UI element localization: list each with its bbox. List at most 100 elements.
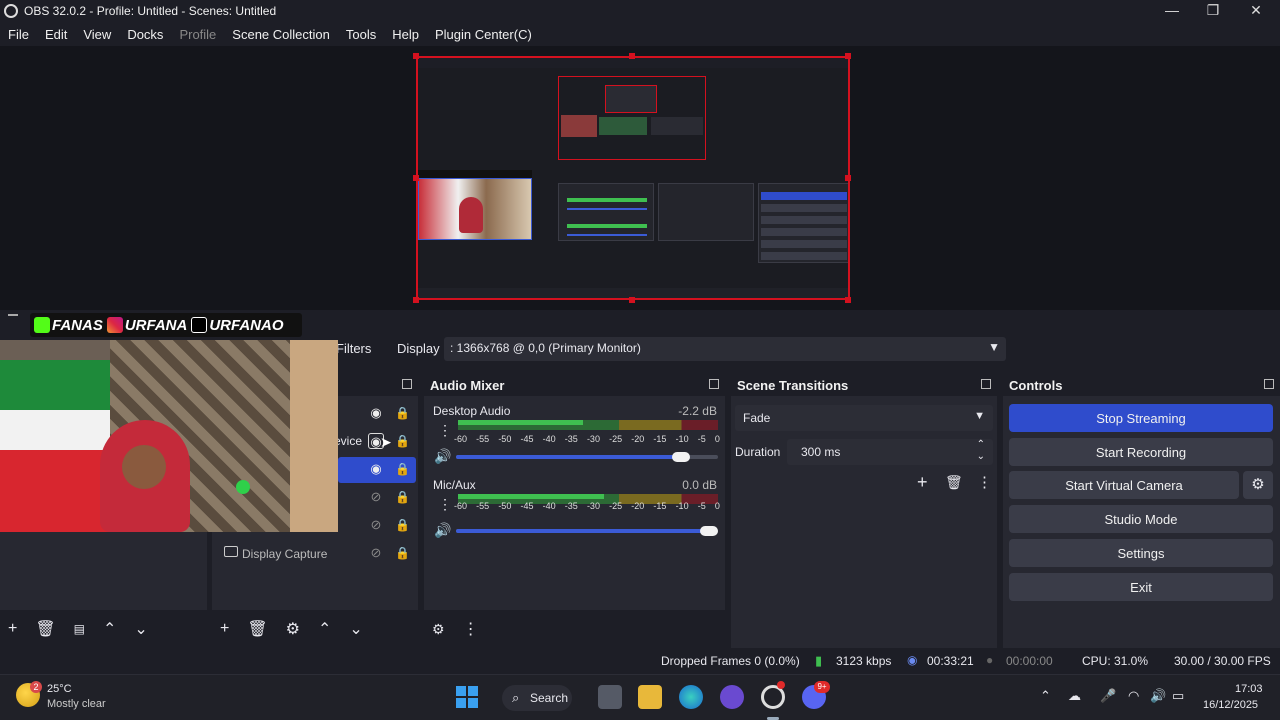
trash-icon[interactable]: 🗑 [945, 474, 963, 491]
filters-button[interactable]: Filters [336, 341, 371, 356]
down-arrow-icon[interactable]: ⌄ [349, 619, 362, 639]
add-icon[interactable]: + [220, 620, 229, 638]
lock-icon[interactable]: 🔒 [395, 406, 410, 420]
undock-icon[interactable] [981, 379, 991, 389]
undock-icon[interactable] [709, 379, 719, 389]
resize-handle[interactable] [629, 53, 635, 59]
studio-mode-button[interactable]: Studio Mode [1009, 505, 1273, 533]
down-arrow-icon[interactable]: ⌄ [134, 619, 147, 639]
menu-file[interactable]: File [0, 27, 37, 42]
task-view-icon[interactable] [598, 685, 622, 709]
menu-tools[interactable]: Tools [338, 27, 384, 42]
lock-icon[interactable]: 🔒 [395, 518, 410, 532]
up-arrow-icon[interactable]: ⌃ [318, 619, 331, 639]
close-button[interactable]: ✕ [1236, 0, 1276, 22]
wall [290, 340, 338, 532]
volume-slider-knob[interactable] [672, 452, 690, 462]
stream-preview[interactable] [416, 56, 850, 300]
cloud-icon[interactable]: ☁ [1068, 688, 1081, 704]
lock-icon[interactable]: 🔒 [395, 434, 410, 448]
exit-button[interactable]: Exit [1009, 573, 1273, 601]
wifi-icon[interactable]: ◠ [1128, 688, 1139, 704]
virtual-camera-gear-icon[interactable]: ⚙ [1243, 471, 1273, 499]
volume-slider-knob[interactable] [700, 526, 718, 536]
menu-profile[interactable]: Profile [171, 27, 224, 42]
resize-handle[interactable] [413, 175, 419, 181]
kebab-menu-icon[interactable]: ⋮ [438, 422, 452, 439]
transition-select[interactable]: Fade ▼ [735, 405, 993, 431]
source-row-display-capture[interactable]: Display Capture [216, 541, 414, 567]
source-label: evice [334, 434, 363, 448]
undock-icon[interactable] [1264, 379, 1274, 389]
undock-icon[interactable] [402, 379, 412, 389]
windows-start-icon[interactable] [456, 686, 478, 708]
edge-icon[interactable] [679, 685, 703, 709]
settings-button[interactable]: Settings [1009, 539, 1273, 567]
eye-hidden-icon[interactable]: ⊘ [368, 545, 384, 561]
microphone-icon[interactable]: 🎤 [1100, 688, 1116, 704]
lock-closed-icon[interactable]: 🔒 [395, 490, 410, 504]
up-arrow-icon[interactable]: ⌃ [103, 619, 116, 639]
volume-meter [458, 420, 718, 430]
start-virtual-camera-button[interactable]: Start Virtual Camera [1009, 471, 1239, 499]
add-icon[interactable]: + [917, 472, 928, 493]
resize-handle[interactable] [845, 297, 851, 303]
kebab-menu-icon[interactable]: ⋮ [463, 619, 479, 639]
resize-handle[interactable] [629, 297, 635, 303]
menu-help[interactable]: Help [384, 27, 427, 42]
menu-docks[interactable]: Docks [119, 27, 171, 42]
eye-hidden-icon[interactable]: ⊘ [368, 517, 384, 533]
tiktok-icon [191, 317, 208, 333]
trash-icon[interactable]: 🗑 [35, 619, 55, 639]
speaker-icon[interactable]: 🔊 [434, 448, 451, 465]
maximize-button[interactable]: ❐ [1193, 0, 1233, 22]
filter-icon[interactable]: ▤ [74, 622, 85, 636]
menu-view[interactable]: View [75, 27, 119, 42]
taskbar-search[interactable]: ⌕ Search [502, 685, 572, 711]
menu-plugin-center[interactable]: Plugin Center(C) [427, 27, 540, 42]
collapse-icon[interactable] [8, 314, 18, 316]
eye-icon[interactable]: ◉ [368, 405, 384, 421]
duration-spinbox[interactable]: 300 ms ⌃ ⌄ [787, 439, 993, 465]
minimize-button[interactable]: — [1152, 0, 1192, 22]
chevron-up-icon[interactable]: ⌃ [1040, 688, 1051, 704]
kebab-menu-icon[interactable]: ⋮ [438, 496, 452, 513]
add-icon[interactable]: + [8, 620, 17, 638]
eye-icon[interactable]: ◉ [368, 461, 384, 477]
resize-handle[interactable] [845, 175, 851, 181]
advanced-audio-gear-icon[interactable]: ⚙ [432, 621, 445, 638]
weather-temp[interactable]: 25°C [47, 683, 72, 695]
lock-icon[interactable]: 🔒 [395, 462, 410, 476]
source-label: Display Capture [242, 547, 328, 561]
spin-up-icon[interactable]: ⌃ [977, 439, 985, 450]
scene-transitions-header: Scene Transitions [731, 374, 997, 396]
trash-icon[interactable]: 🗑 [247, 619, 267, 639]
face [122, 445, 166, 489]
resize-handle[interactable] [845, 53, 851, 59]
spin-down-icon[interactable]: ⌄ [977, 451, 985, 462]
stop-streaming-button[interactable]: Stop Streaming [1009, 404, 1273, 432]
meter-ticks: -60 -55 -50 -45 -40 -35 -30 -25 -20 -15 -10 -5 0 [454, 434, 720, 444]
resize-handle[interactable] [413, 297, 419, 303]
volume-icon[interactable]: 🔊 [1150, 688, 1166, 704]
menu-scene-collection[interactable]: Scene Collection [224, 27, 338, 42]
speaker-icon[interactable]: 🔊 [434, 522, 451, 539]
clock-date[interactable]: 16/12/2025 [1203, 699, 1258, 711]
preview-banner [418, 170, 532, 178]
kick-icon [34, 317, 50, 333]
gear-icon[interactable]: ⚙ [286, 619, 300, 639]
menu-edit[interactable]: Edit [37, 27, 75, 42]
kebab-menu-icon[interactable]: ⋮ [977, 473, 992, 491]
battery-icon[interactable]: ▭ [1172, 688, 1184, 704]
file-explorer-icon[interactable] [638, 685, 662, 709]
weather-desc[interactable]: Mostly clear [47, 698, 106, 710]
eye-hidden-icon[interactable]: ⊘ [368, 489, 384, 505]
audio-mixer-toolbar: ⚙ ⋮ [424, 610, 725, 648]
controls-header: Controls [1003, 374, 1280, 396]
clock-time[interactable]: 17:03 [1235, 683, 1263, 695]
app-icon[interactable] [720, 685, 744, 709]
start-recording-button[interactable]: Start Recording [1009, 438, 1273, 466]
lock-icon[interactable]: 🔒 [395, 546, 410, 560]
display-select[interactable]: : 1366x768 @ 0,0 (Primary Monitor) ▼ [444, 337, 1006, 361]
resize-handle[interactable] [413, 53, 419, 59]
